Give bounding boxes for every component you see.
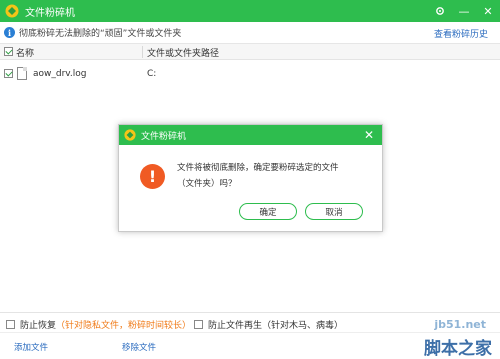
column-header-path[interactable]: 文件或文件夹路径 — [147, 46, 219, 59]
watermark-brand: 脚本之家 — [424, 339, 492, 359]
add-file-link[interactable]: 添加文件 — [14, 341, 48, 353]
dialog-title: 文件粉碎机 — [141, 131, 187, 142]
minimize-button[interactable]: — — [452, 0, 476, 22]
warning-icon: ! — [140, 164, 165, 189]
info-text: 彻底粉碎无法删除的“顽固”文件或文件夹 — [19, 29, 182, 39]
cancel-button[interactable]: 取消 — [305, 203, 363, 220]
prevent-recovery-checkbox[interactable] — [6, 320, 15, 329]
row-checkbox[interactable] — [4, 69, 13, 78]
prevent-regen-checkbox[interactable] — [194, 320, 203, 329]
dialog-message-line2: （文件夹）吗？ — [177, 179, 237, 189]
shredder-logo-icon — [124, 129, 136, 141]
confirm-dialog: 文件粉碎机 ✕ ! 文件将被彻底删除，确定要粉碎选定的文件 （文件夹）吗？ 确定… — [118, 124, 383, 232]
prevent-regen-note: （针对木马、病毒） — [262, 321, 344, 331]
settings-button[interactable] — [428, 0, 452, 22]
info-icon: i — [4, 27, 15, 38]
prevent-recovery-label: 防止恢复 — [20, 321, 57, 331]
file-path: C: — [147, 69, 157, 79]
shredder-logo-icon — [5, 4, 19, 18]
confirm-button[interactable]: 确定 — [239, 203, 297, 220]
prevent-regen-option[interactable]: 防止文件再生 （针对木马、病毒） — [194, 318, 343, 331]
window-titlebar: 文件粉碎机 — ✕ — [0, 0, 500, 22]
dialog-close-icon[interactable]: ✕ — [364, 128, 374, 142]
table-header: 名称 文件或文件夹路径 — [0, 44, 500, 60]
prevent-regen-label: 防止文件再生 — [208, 321, 263, 331]
close-button[interactable]: ✕ — [476, 0, 500, 22]
remove-file-link[interactable]: 移除文件 — [122, 341, 156, 353]
dialog-titlebar: 文件粉碎机 ✕ — [119, 125, 382, 145]
file-icon — [17, 67, 27, 80]
options-bar: 防止恢复 （针对隐私文件，粉碎时间较长） 防止文件再生 （针对木马、病毒） — [0, 312, 500, 332]
prevent-recovery-option[interactable]: 防止恢复 （针对隐私文件，粉碎时间较长） — [6, 318, 191, 331]
dialog-message-line1: 文件将被彻底删除，确定要粉碎选定的文件 — [177, 163, 339, 173]
table-row[interactable]: aow_drv.log C: — [0, 64, 500, 84]
window-title: 文件粉碎机 — [25, 7, 75, 19]
column-header-name[interactable]: 名称 — [16, 46, 34, 59]
view-history-link[interactable]: 查看粉碎历史 — [434, 27, 488, 40]
column-divider — [142, 46, 143, 58]
info-bar: i 彻底粉碎无法删除的“顽固”文件或文件夹 查看粉碎历史 — [0, 22, 500, 44]
file-name: aow_drv.log — [33, 69, 87, 79]
dialog-message: 文件将被彻底删除，确定要粉碎选定的文件 （文件夹）吗？ — [177, 160, 377, 192]
watermark-site: jb51.net — [434, 318, 486, 331]
prevent-recovery-note: （针对隐私文件，粉碎时间较长） — [56, 321, 192, 331]
select-all-checkbox[interactable] — [4, 47, 13, 56]
gear-icon — [436, 7, 444, 15]
